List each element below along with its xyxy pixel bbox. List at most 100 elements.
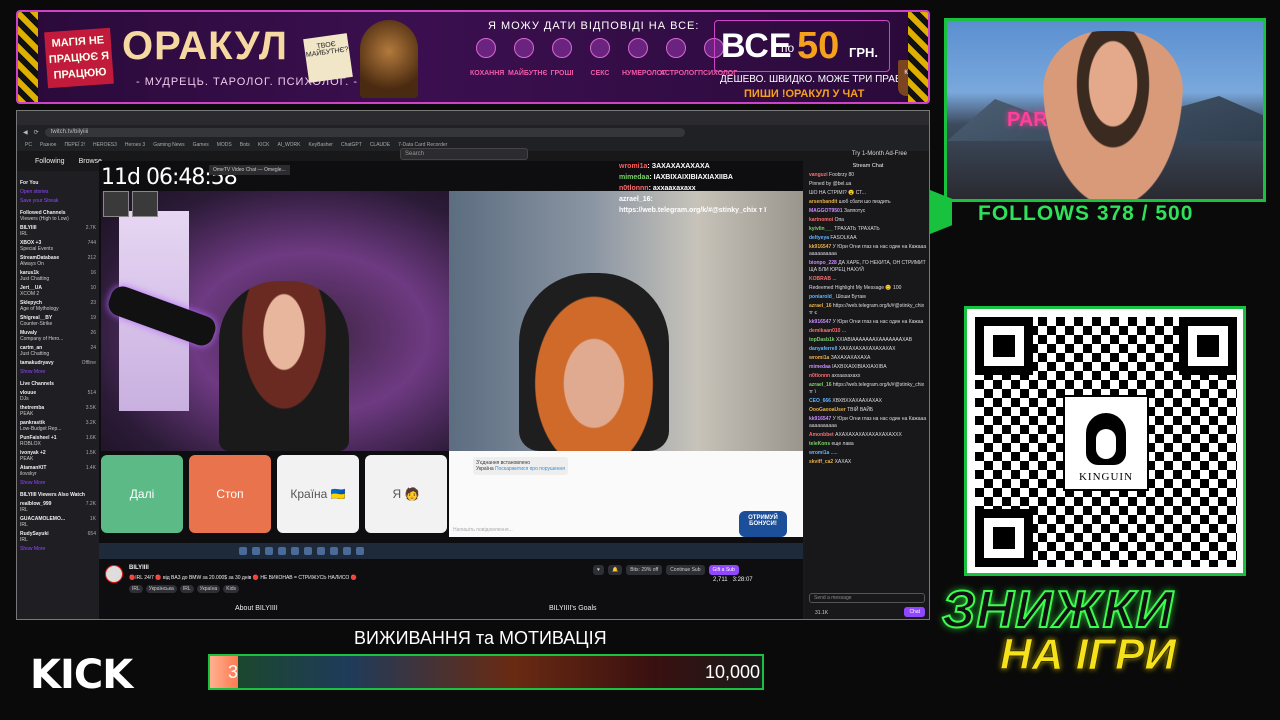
browser-tab-strip[interactable] bbox=[17, 111, 929, 125]
url-field[interactable]: twitch.tv/bilyiiii bbox=[44, 127, 685, 137]
sidebar-channel[interactable]: Sklepych Age of Mythology 23 bbox=[20, 300, 96, 312]
chat-username[interactable]: n0tlonnn bbox=[809, 373, 830, 379]
chat-username[interactable]: wromi1a bbox=[809, 450, 829, 456]
sidebar-channel[interactable]: ivonyak +2 PEAK 1.5K bbox=[20, 450, 96, 462]
app-icon[interactable] bbox=[304, 547, 312, 555]
sidebar-channel[interactable]: Muvaly Company of Hero... 26 bbox=[20, 330, 96, 342]
chat-username[interactable]: arsenbandit bbox=[809, 199, 837, 205]
gift-sub-button[interactable]: Gift a Sub bbox=[708, 565, 739, 575]
chat-username[interactable]: azrael_16 bbox=[809, 382, 832, 388]
chat-message-input[interactable]: Send a message bbox=[809, 593, 925, 603]
sidebar-channel[interactable]: RudySayuki IRL 654 bbox=[20, 531, 96, 543]
bookmark[interactable]: HEROES3 bbox=[93, 142, 117, 148]
chat-username[interactable]: topDasb1k bbox=[809, 337, 835, 343]
open-stories-link[interactable]: Open stories bbox=[20, 189, 96, 195]
bookmark[interactable]: Games bbox=[193, 142, 209, 148]
bits-button[interactable]: Bits: 29% off bbox=[626, 565, 663, 575]
bookmark[interactable]: KICK bbox=[258, 142, 270, 148]
me-button[interactable]: Я 🧑 bbox=[365, 455, 447, 533]
next-button[interactable]: Далі bbox=[101, 455, 183, 533]
app-icon[interactable] bbox=[265, 547, 273, 555]
chat-username[interactable]: mimedaa bbox=[809, 364, 831, 370]
bookmark[interactable]: PC bbox=[25, 142, 32, 148]
bookmark[interactable]: MODS bbox=[217, 142, 232, 148]
bookmark[interactable]: Heroes 3 bbox=[125, 142, 145, 148]
chat-username[interactable]: Amonbbet bbox=[809, 432, 834, 438]
sidebar-channel[interactable]: BILYIIII IRL 2.7K bbox=[20, 225, 96, 237]
bookmark[interactable]: KeyBasher bbox=[309, 142, 333, 148]
bookmark[interactable]: Bots bbox=[240, 142, 250, 148]
continue-sub-button[interactable]: Continue Sub bbox=[666, 565, 705, 575]
show-more-link[interactable]: Show More bbox=[20, 369, 96, 375]
sidebar-channel[interactable]: Shigreal__BY Counter-Strike 19 bbox=[20, 315, 96, 327]
chat-username[interactable]: deltyeya bbox=[809, 235, 829, 241]
chat-username[interactable]: poniarold_ bbox=[809, 294, 835, 300]
chat-username[interactable]: KOBRAB bbox=[809, 276, 831, 282]
get-bonus-button[interactable]: ОТРИМУЙ БОНУСИ! bbox=[739, 511, 787, 537]
search-input[interactable]: Search bbox=[400, 148, 528, 160]
nav-following[interactable]: Following bbox=[35, 158, 65, 165]
chat-username[interactable]: demikaan010 bbox=[809, 328, 840, 334]
channel-name[interactable]: BILYIIII bbox=[129, 565, 149, 571]
omegle-tab[interactable]: OmeTV Video Chat — Omegle... bbox=[209, 165, 290, 175]
chat-username[interactable]: wromi1a bbox=[809, 355, 829, 361]
search-icon[interactable] bbox=[252, 547, 260, 555]
stop-button[interactable]: Стоп bbox=[189, 455, 271, 533]
country-button[interactable]: Країна 🇺🇦 bbox=[277, 455, 359, 533]
video-player[interactable]: 11d 06:48:58 OmeTV Video Chat — Omegle..… bbox=[99, 161, 803, 557]
show-more-link[interactable]: Show More bbox=[20, 546, 96, 552]
heart-icon[interactable]: ♥ bbox=[593, 565, 604, 575]
tag[interactable]: IRL bbox=[129, 585, 143, 593]
bookmark[interactable]: AI_WORK bbox=[277, 142, 300, 148]
sidebar-channel[interactable]: PunFaisheel +1 ROBLOX 1.6K bbox=[20, 435, 96, 447]
channel-points[interactable]: 31.1K bbox=[815, 610, 828, 616]
tag[interactable]: Українська bbox=[145, 585, 177, 593]
app-icon[interactable] bbox=[291, 547, 299, 555]
chat-username[interactable]: kk916547 bbox=[809, 416, 831, 422]
bookmark[interactable]: ChatGPT bbox=[341, 142, 362, 148]
chat-username[interactable]: OooGaooaUser bbox=[809, 407, 846, 413]
app-icon[interactable] bbox=[343, 547, 351, 555]
bookmark[interactable]: CLAUDE bbox=[370, 142, 390, 148]
sidebar-channel[interactable]: thetremba PEAK 3.5K bbox=[20, 405, 96, 417]
chat-username[interactable]: azrael_16 bbox=[809, 303, 832, 309]
chat-username[interactable]: CEO_666 bbox=[809, 398, 831, 404]
app-icon[interactable] bbox=[278, 547, 286, 555]
bookmark[interactable]: Разное bbox=[40, 142, 57, 148]
sidebar-channel[interactable]: AtamanKIT ilovskyr 1.4K bbox=[20, 465, 96, 477]
ad-free-button[interactable]: Try 1-Month Ad-Free bbox=[852, 151, 907, 157]
sidebar-channel[interactable]: cartm_an Just Chatting 24 bbox=[20, 345, 96, 357]
sidebar-channel[interactable]: vlouue DJs 514 bbox=[20, 390, 96, 402]
avatar[interactable] bbox=[105, 565, 123, 583]
sidebar-channel[interactable]: StreamDatabase Always On 212 bbox=[20, 255, 96, 267]
sidebar-channel[interactable]: XBOX +3 Special Events 744 bbox=[20, 240, 96, 252]
sidebar-channel[interactable]: Jert__UA XCOM 2 10 bbox=[20, 285, 96, 297]
chat-username[interactable]: danyaferrell bbox=[809, 346, 837, 352]
bookmark[interactable]: ПЕРЕЇ 2! bbox=[64, 142, 85, 148]
sidebar-channel[interactable]: pankrastik Low-Budget Rep... 3.2K bbox=[20, 420, 96, 432]
tag[interactable]: IRL bbox=[179, 585, 194, 593]
chat-username[interactable]: kyivlin___ bbox=[809, 226, 833, 232]
chat-username[interactable]: teleKons bbox=[809, 441, 830, 447]
bell-icon[interactable]: 🔔 bbox=[607, 565, 623, 575]
app-icon[interactable] bbox=[330, 547, 338, 555]
reload-icon[interactable]: ⟳ bbox=[34, 129, 39, 136]
report-link[interactable]: Поскаржитися про порушення bbox=[495, 466, 565, 472]
chat-username[interactable]: MAGGOT9501 bbox=[809, 208, 843, 214]
chat-input[interactable]: Напишіть повідомлення... bbox=[453, 527, 513, 533]
chat-username[interactable]: skviff_ca2 bbox=[809, 459, 833, 465]
chat-username[interactable]: kartnomoi bbox=[809, 217, 833, 223]
tag[interactable]: Україна bbox=[196, 585, 221, 593]
bookmark[interactable]: Gaming News bbox=[153, 142, 184, 148]
chat-username[interactable]: kk916547 bbox=[809, 244, 831, 250]
sidebar-channel[interactable]: karus1k Just Chatting 16 bbox=[20, 270, 96, 282]
app-icon[interactable] bbox=[317, 547, 325, 555]
tag[interactable]: Kids bbox=[223, 585, 239, 593]
back-icon[interactable]: ◀ bbox=[23, 129, 28, 136]
start-icon[interactable] bbox=[239, 547, 247, 555]
chat-username[interactable]: bionpo_228 bbox=[809, 260, 837, 266]
sidebar-channel[interactable]: tamakudryavy Offline bbox=[20, 360, 96, 366]
sidebar-channel[interactable]: GUACAMOLEMO... IRL 1K bbox=[20, 516, 96, 528]
sidebar-channel[interactable]: realblow_999 IRL 7.2K bbox=[20, 501, 96, 513]
chat-send-button[interactable]: Chat bbox=[904, 607, 925, 617]
